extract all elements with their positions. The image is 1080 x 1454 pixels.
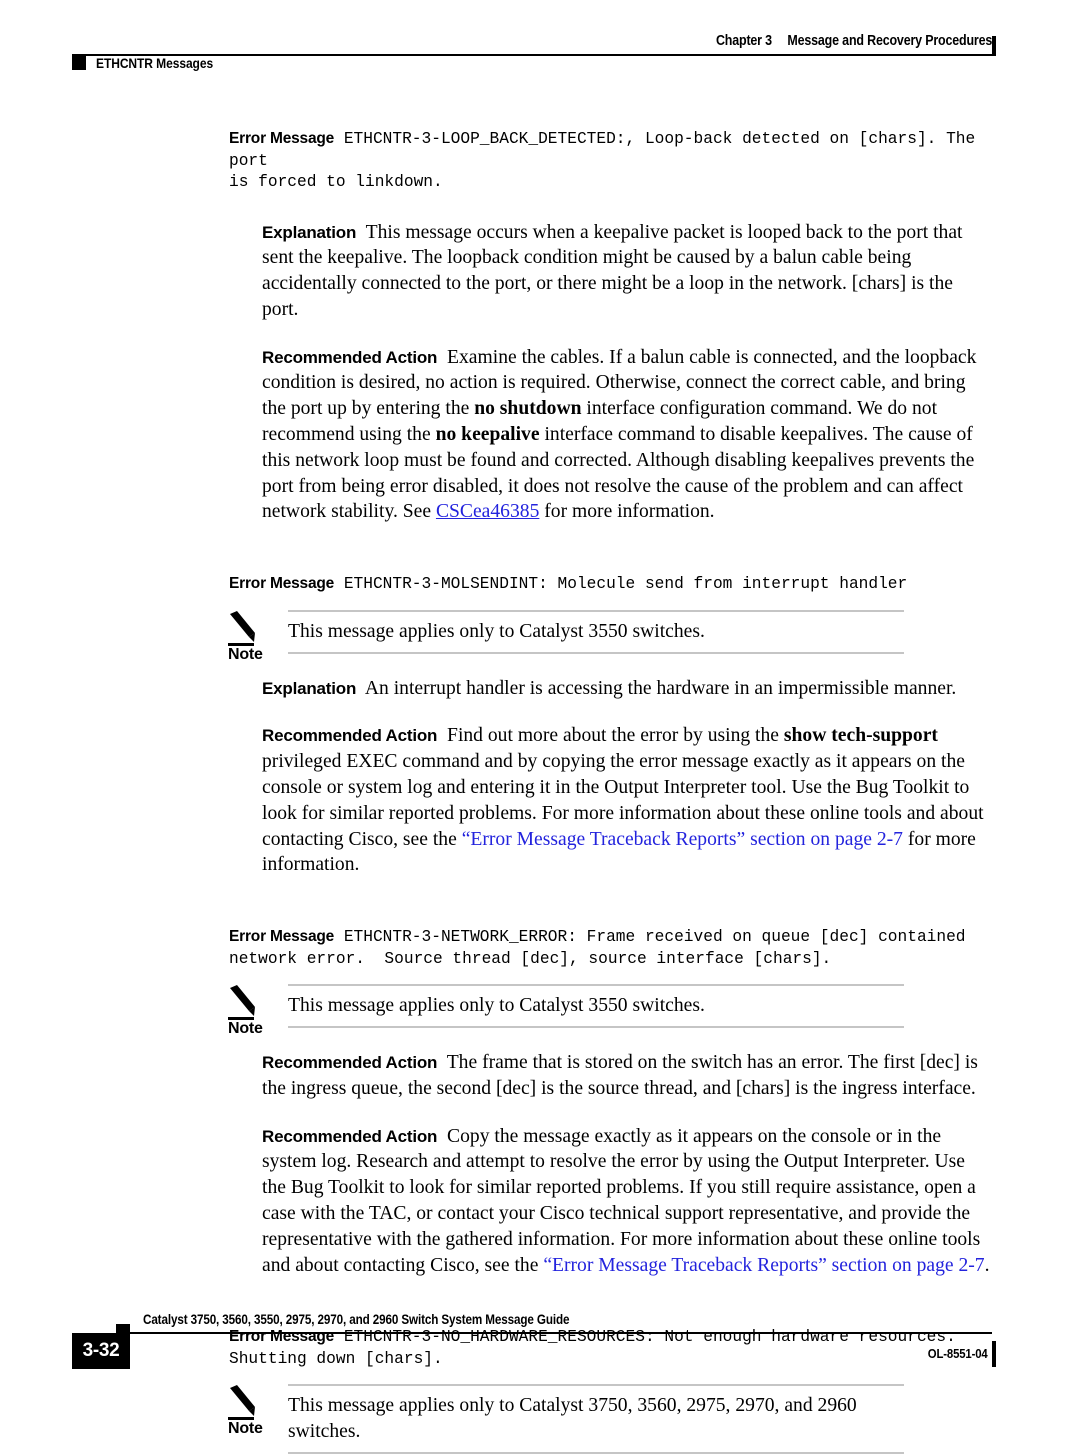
recommended-action-text-part-4: for more information.: [539, 501, 715, 523]
header-chapter-title: Message and Recovery Procedures: [787, 33, 992, 49]
recommended-action-label: Recommended Action: [262, 726, 438, 746]
command-show-tech-support: show tech-support: [783, 725, 938, 747]
note-text: This message applies only to Catalyst 35…: [288, 620, 705, 642]
explanation-text: An interrupt handler is accessing the ha…: [364, 677, 957, 699]
header-end-bar: [992, 36, 996, 56]
page-header: Chapter 3 Message and Recovery Procedures…: [0, 0, 1080, 90]
note-label: Note: [228, 1420, 263, 1438]
recommended-action-label: Recommended Action: [262, 1126, 438, 1146]
footer-guide-title: Catalyst 3750, 3560, 3550, 2975, 2970, a…: [143, 1312, 570, 1327]
note-label: Note: [228, 1020, 263, 1038]
error-message-label: Error Message: [229, 928, 335, 946]
footer-document-id: OL-8551-04: [928, 1346, 988, 1361]
message-block-network-error: Error Message ETHCNTR-3-NETWORK_ERROR: F…: [0, 926, 1080, 1278]
explanation-paragraph: Explanation This message occurs when a k…: [0, 220, 1080, 323]
error-message-line: Error Message ETHCNTR-3-NETWORK_ERROR: F…: [0, 926, 1080, 970]
command-no-keepalive: no keepalive: [435, 424, 540, 446]
note-body: This message applies only to Catalyst 35…: [288, 984, 904, 1028]
header-bullet-square-icon: [72, 56, 86, 70]
header-chapter-info: Chapter 3 Message and Recovery Procedures: [716, 33, 992, 49]
cross-reference-traceback-reports[interactable]: “Error Message Traceback Reports” sectio…: [462, 829, 903, 850]
message-block-molsendint: Error Message ETHCNTR-3-MOLSENDINT: Mole…: [0, 573, 1080, 878]
footer-end-bar: [992, 1341, 996, 1367]
error-message-label: Error Message: [229, 130, 335, 147]
note-block: Note This message applies only to Cataly…: [0, 984, 1080, 1037]
note-label: Note: [228, 645, 263, 663]
error-message-code: ETHCNTR-3-NETWORK_ERROR: Frame received …: [229, 928, 966, 968]
recommended-action-paragraph: Recommended Action Find out more about t…: [0, 723, 1080, 878]
error-message-code: ETHCNTR-3-MOLSENDINT: Molecule send from…: [343, 575, 908, 594]
header-chapter-number: Chapter 3: [715, 33, 772, 49]
explanation-paragraph: Explanation An interrupt handler is acce…: [0, 676, 1080, 702]
recommended-action-label: Recommended Action: [262, 1052, 438, 1072]
recommended-action-label: Recommended Action: [262, 347, 438, 367]
note-block: Note This message applies only to Cataly…: [0, 609, 1080, 663]
recommended-action-text-part-1: Find out more about the error by using t…: [447, 725, 784, 747]
error-message-label: Error Message: [229, 575, 335, 593]
recommended-action-text-part-2: .: [984, 1254, 990, 1276]
error-message-code: ETHCNTR-3-LOOP_BACK_DETECTED:, Loop-back…: [229, 130, 976, 191]
note-text: This message applies only to Catalyst 35…: [288, 995, 705, 1017]
note-text: This message applies only to Catalyst 37…: [288, 1395, 857, 1443]
error-message-line: Error Message ETHCNTR-3-MOLSENDINT: Mole…: [0, 573, 1080, 596]
command-no-shutdown: no shutdown: [474, 398, 582, 420]
footer-rule: [128, 1332, 992, 1334]
note-pencil-icon: [228, 610, 258, 648]
header-section-label: ETHCNTR Messages: [96, 55, 214, 71]
footer-page-number: 3-32: [72, 1333, 130, 1369]
recommended-action-text-part-1: Copy the message exactly as it appears o…: [262, 1125, 981, 1276]
cross-reference-traceback-reports[interactable]: “Error Message Traceback Reports” sectio…: [543, 1255, 984, 1276]
note-pencil-icon: [228, 984, 258, 1022]
recommended-action-paragraph-2: Recommended Action Copy the message exac…: [0, 1124, 1080, 1279]
note-body: This message applies only to Catalyst 35…: [288, 609, 904, 654]
explanation-text: This message occurs when a keepalive pac…: [262, 221, 963, 320]
error-message-line: Error Message ETHCNTR-3-LOOP_BACK_DETECT…: [0, 128, 1080, 194]
page-content: Error Message ETHCNTR-3-LOOP_BACK_DETECT…: [0, 128, 1080, 1454]
bug-id-link-cscea46385[interactable]: CSCea46385: [436, 501, 539, 522]
explanation-label: Explanation: [262, 222, 357, 242]
message-block-loop-back-detected: Error Message ETHCNTR-3-LOOP_BACK_DETECT…: [0, 128, 1080, 525]
recommended-action-paragraph: Recommended Action The frame that is sto…: [0, 1050, 1080, 1102]
page-footer: Catalyst 3750, 3560, 3550, 2975, 2970, a…: [0, 1287, 1080, 1397]
recommended-action-paragraph: Recommended Action Examine the cables. I…: [0, 345, 1080, 526]
explanation-label: Explanation: [262, 678, 357, 698]
